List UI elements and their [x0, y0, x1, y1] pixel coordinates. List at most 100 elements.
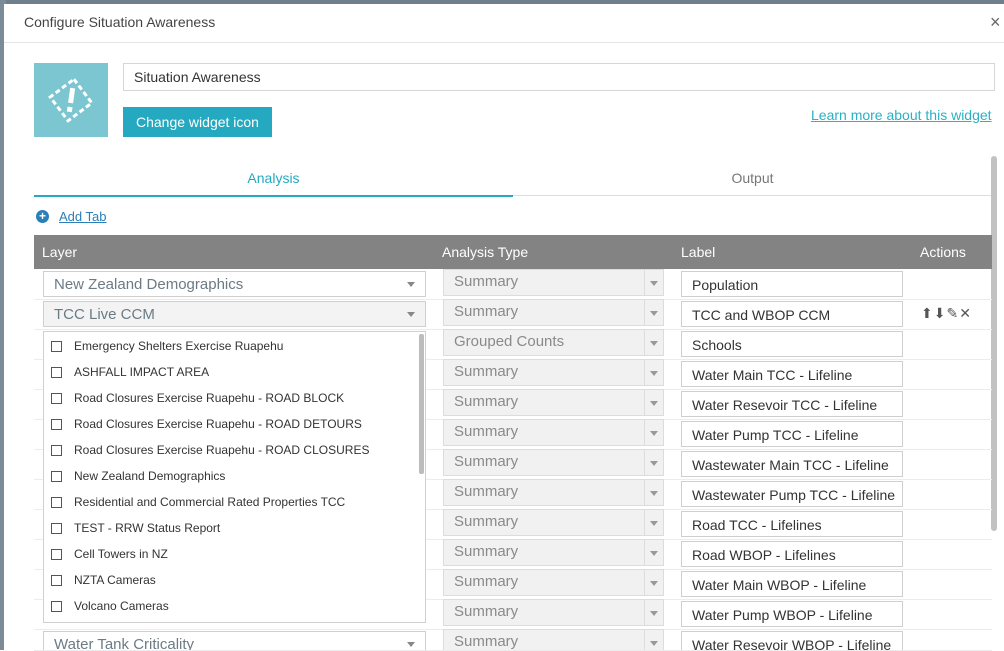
dropdown-option[interactable]: Road Closures Exercise Ruapehu - ROAD DE…	[44, 412, 414, 438]
delete-x-icon[interactable]: ✕	[959, 305, 972, 321]
layer-select[interactable]: Water Tank Criticality	[43, 631, 426, 650]
table-row: New Zealand Demographics Summary Populat…	[34, 269, 992, 300]
label-input[interactable]: TCC and WBOP CCM	[681, 301, 903, 327]
dropdown-option[interactable]: Emergency Shelters Exercise Ruapehu	[44, 334, 414, 360]
dropdown-option[interactable]: New Zealand Demographics	[44, 464, 414, 490]
chevron-down-icon	[644, 270, 663, 295]
dialog-header: Configure Situation Awareness ×	[4, 4, 1004, 43]
analysis-type-select[interactable]: Summary	[443, 419, 664, 446]
learn-more-link[interactable]: Learn more about this widget	[811, 107, 992, 123]
label-input[interactable]: Road TCC - Lifelines	[681, 511, 903, 537]
chevron-down-icon	[644, 630, 663, 650]
table-header: Layer Analysis Type Label Actions	[34, 235, 992, 269]
table-row: TCC Live CCM Summary TCC and WBOP CCM ⬆⬇…	[34, 299, 992, 330]
dropdown-scrollbar[interactable]	[419, 334, 424, 474]
point-layer-icon	[51, 575, 62, 586]
analysis-type-value: Summary	[454, 573, 519, 590]
label-input[interactable]: Population	[681, 271, 903, 297]
add-tab-link[interactable]: + Add Tab	[36, 208, 106, 224]
header-analysis-type: Analysis Type	[442, 244, 529, 260]
dropdown-option[interactable]: ASHFALL IMPACT AREA	[44, 360, 414, 386]
tab-output[interactable]: Output	[513, 159, 992, 195]
label-input[interactable]: Water Main TCC - Lifeline	[681, 361, 903, 387]
analysis-type-value: Summary	[454, 543, 519, 560]
analysis-type-select[interactable]: Summary	[443, 599, 664, 626]
situation-awareness-icon	[48, 77, 94, 123]
dropdown-option-label: TEST - RRW Status Report	[74, 521, 221, 535]
analysis-type-select[interactable]: Summary	[443, 449, 664, 476]
analysis-type-value: Summary	[454, 393, 519, 410]
analysis-type-value: Summary	[454, 483, 519, 500]
line-layer-icon	[51, 419, 62, 430]
analysis-type-value: Summary	[454, 633, 519, 650]
label-input[interactable]: Schools	[681, 331, 903, 357]
change-widget-icon-button[interactable]: Change widget icon	[123, 107, 272, 137]
dropdown-option[interactable]: Road Closures Exercise Ruapehu - ROAD BL…	[44, 386, 414, 412]
analysis-type-select[interactable]: Summary	[443, 479, 664, 506]
analysis-type-select[interactable]: Summary	[443, 269, 664, 296]
dropdown-option-label: Cell Towers in NZ	[74, 547, 168, 561]
dropdown-option[interactable]: Residential and Commercial Rated Propert…	[44, 490, 414, 516]
label-input[interactable]: Road WBOP - Lifelines	[681, 541, 903, 567]
analysis-type-select[interactable]: Summary	[443, 509, 664, 536]
dropdown-option-label: Emergency Shelters Exercise Ruapehu	[74, 339, 284, 353]
analysis-type-value: Summary	[454, 363, 519, 380]
line-layer-icon	[51, 445, 62, 456]
analysis-type-select[interactable]: Summary	[443, 539, 664, 566]
arrow-up-icon[interactable]: ⬆	[921, 305, 934, 321]
label-input[interactable]: Water Pump WBOP - Lifeline	[681, 601, 903, 627]
analysis-type-value: Summary	[454, 423, 519, 440]
pencil-icon[interactable]: ✎	[946, 305, 959, 321]
chevron-down-icon	[644, 360, 663, 385]
widget-name-input[interactable]	[123, 63, 995, 91]
point-layer-icon	[51, 341, 62, 352]
analysis-type-select[interactable]: Summary	[443, 389, 664, 416]
polygon-layer-icon	[51, 471, 62, 482]
layer-select-value: New Zealand Demographics	[54, 276, 244, 293]
analysis-type-select[interactable]: Summary	[443, 569, 664, 596]
point-layer-icon	[51, 549, 62, 560]
chevron-down-icon	[407, 282, 415, 287]
header-label: Label	[681, 244, 716, 260]
dropdown-option[interactable]: Road Closures Exercise Ruapehu - ROAD CL…	[44, 438, 414, 464]
analysis-type-select[interactable]: Summary	[443, 299, 664, 326]
dropdown-option-label: Residential and Commercial Rated Propert…	[74, 495, 346, 509]
dialog-title: Configure Situation Awareness	[24, 14, 216, 30]
label-input[interactable]: Wastewater Pump TCC - Lifeline	[681, 481, 903, 507]
point-layer-icon	[51, 523, 62, 534]
analysis-type-value: Summary	[454, 513, 519, 530]
chevron-down-icon	[644, 480, 663, 505]
chevron-down-icon	[644, 450, 663, 475]
polygon-layer-icon	[51, 367, 62, 378]
label-input[interactable]: Water Main WBOP - Lifeline	[681, 571, 903, 597]
layer-dropdown-list: Emergency Shelters Exercise Ruapehu ASHF…	[43, 331, 426, 623]
dropdown-option[interactable]: Cell Towers in NZ	[44, 542, 414, 568]
table-row: Water Tank Criticality Summary Water Res…	[34, 629, 992, 651]
analysis-type-value: Grouped Counts	[454, 333, 565, 350]
dropdown-option[interactable]: Volcano Cameras	[44, 594, 414, 620]
analysis-type-select[interactable]: Summary	[443, 629, 664, 650]
config-tabs: Analysis Output	[34, 159, 992, 197]
dropdown-option-label: ASHFALL IMPACT AREA	[74, 365, 210, 379]
dropdown-option[interactable]: NZTA Cameras	[44, 568, 414, 594]
dropdown-option[interactable]: TEST - RRW Status Report	[44, 516, 414, 542]
analysis-type-select[interactable]: Grouped Counts	[443, 329, 664, 356]
label-input[interactable]: Water Resevoir WBOP - Lifeline	[681, 631, 903, 650]
label-input[interactable]: Water Resevoir TCC - Lifeline	[681, 391, 903, 417]
label-input[interactable]: Wastewater Main TCC - Lifeline	[681, 451, 903, 477]
chevron-down-icon	[407, 642, 415, 647]
layer-select[interactable]: TCC Live CCM	[43, 301, 426, 327]
chevron-down-icon	[644, 390, 663, 415]
analysis-type-value: Summary	[454, 453, 519, 470]
analysis-type-select[interactable]: Summary	[443, 359, 664, 386]
close-icon[interactable]: ×	[990, 12, 1001, 33]
header-layer: Layer	[42, 244, 78, 260]
dropdown-option-label: Road Closures Exercise Ruapehu - ROAD CL…	[74, 443, 370, 457]
row-actions: ⬆⬇✎✕	[921, 305, 972, 322]
arrow-down-icon[interactable]: ⬇	[934, 305, 947, 321]
tab-analysis[interactable]: Analysis	[34, 159, 513, 197]
label-input[interactable]: Water Pump TCC - Lifeline	[681, 421, 903, 447]
dropdown-option-label: Road Closures Exercise Ruapehu - ROAD BL…	[74, 391, 345, 405]
layer-select[interactable]: New Zealand Demographics	[43, 271, 426, 297]
point-layer-icon	[51, 393, 62, 404]
